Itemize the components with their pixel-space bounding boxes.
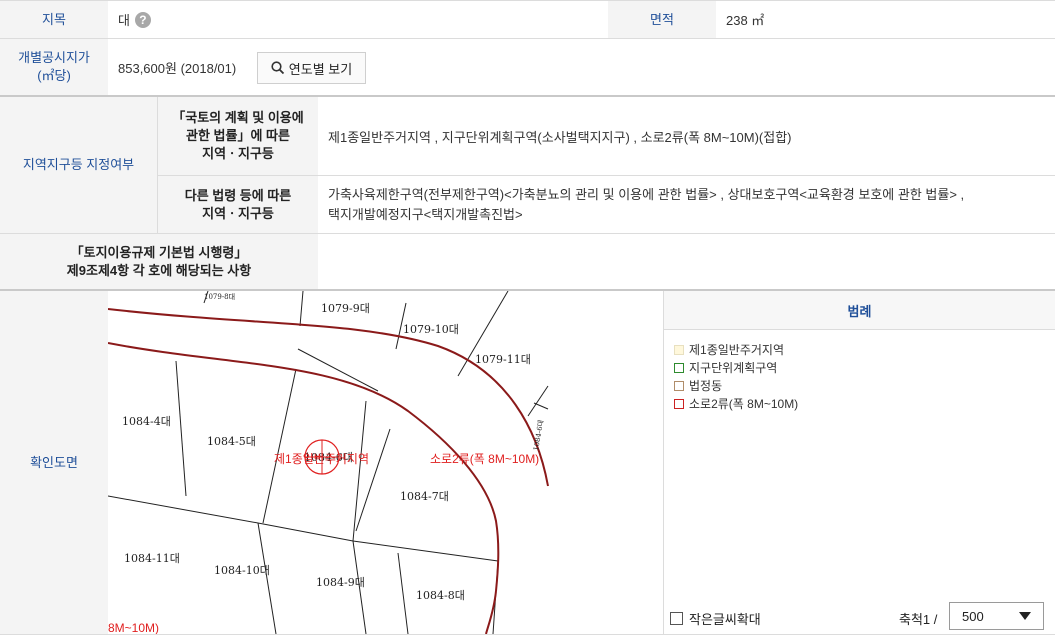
legend-swatch-icon xyxy=(674,362,684,373)
overlay-road-label: 소로2류(폭 8M~10M) xyxy=(430,452,539,466)
enforce-label: 「토지이용규제 기본법 시행령」 제9조제4항 각 호에 해당되는 사항 xyxy=(0,234,318,289)
cadastral-map[interactable]: 1079-8대 1079-9대 1079-10대 1079-11대 1084-4… xyxy=(108,291,663,634)
jimok-label: 지목 xyxy=(0,1,108,38)
zone-other-label: 다른 법령 등에 따른 지역ㆍ지구등 xyxy=(158,176,318,233)
enforce-value xyxy=(318,234,1055,289)
parcel-label-partial-right: 1084-6대 xyxy=(532,419,545,451)
parcel-label-1079-9: 1079-9대 xyxy=(321,302,370,315)
scale-label: 축척1 / xyxy=(899,612,938,627)
legend-swatch-icon xyxy=(674,380,684,391)
checkbox-icon[interactable] xyxy=(670,612,683,625)
legend-item-road: 소로2류(폭 8M~10M) xyxy=(674,395,798,412)
price-value: 853,600원 (2018/01) xyxy=(118,60,237,76)
search-icon xyxy=(271,61,284,75)
legend-swatch-icon xyxy=(674,398,684,409)
legend-item-district-plan: 지구단위계획구역 xyxy=(674,359,777,376)
area-value: 238 ㎡ xyxy=(726,13,765,28)
parcel-label-1084-11: 1084-11대 xyxy=(124,552,180,565)
overlay-road-partial-label: 8M~10M) xyxy=(108,621,159,634)
parcel-label-1084-4: 1084-4대 xyxy=(122,415,171,428)
scale-select[interactable]: 500 xyxy=(949,602,1044,630)
zone-national-label: 「국토의 계획 및 이용에 관한 법률」에 따른 지역ㆍ지구등 xyxy=(158,97,318,175)
jimok-value: 대 ? xyxy=(108,1,608,38)
legend-swatch-icon xyxy=(674,344,684,355)
year-view-button[interactable]: 연도별 보기 xyxy=(257,52,366,84)
area-label: 면적 xyxy=(608,1,716,38)
legend-title: 범례 xyxy=(664,291,1055,330)
zone-label: 지역지구등 지정여부 xyxy=(0,97,157,233)
overlay-zone-label: 제1종일반주거지역 xyxy=(274,452,369,466)
parcel-label-1084-5: 1084-5대 xyxy=(207,435,256,448)
parcel-label-1084-9: 1084-9대 xyxy=(316,576,365,589)
legend-item-zone1: 제1종일반주거지역 xyxy=(674,341,784,358)
parcel-label-1084-8: 1084-8대 xyxy=(416,589,465,602)
parcel-label-1084-10: 1084-10대 xyxy=(214,564,270,577)
small-text-enlarge-checkbox[interactable]: 작은글씨확대 xyxy=(670,609,761,628)
parcel-label-1084-7: 1084-7대 xyxy=(400,490,449,503)
parcel-label-1079-11: 1079-11대 xyxy=(475,353,531,366)
price-label: 개별공시지가 (㎡당) xyxy=(0,39,108,95)
parcel-label-1079-10: 1079-10대 xyxy=(403,323,459,336)
map-section-label: 확인도면 xyxy=(0,291,108,634)
zone-other-value: 가축사육제한구역(전부제한구역)<가축분뇨의 관리 및 이용에 관한 법률> ,… xyxy=(328,186,965,222)
zone-national-value: 제1종일반주거지역 , 지구단위계획구역(소사벌택지지구) , 소로2류(폭 8… xyxy=(328,129,792,145)
chevron-down-icon xyxy=(1019,612,1031,620)
help-icon[interactable]: ? xyxy=(134,11,151,28)
legend-item-legal-dong: 법정동 xyxy=(674,377,722,394)
parcel-label-partial-top: 1079-8대 xyxy=(204,293,235,301)
parcel-labels: 1079-8대 1079-9대 1079-10대 1079-11대 1084-4… xyxy=(122,293,545,602)
